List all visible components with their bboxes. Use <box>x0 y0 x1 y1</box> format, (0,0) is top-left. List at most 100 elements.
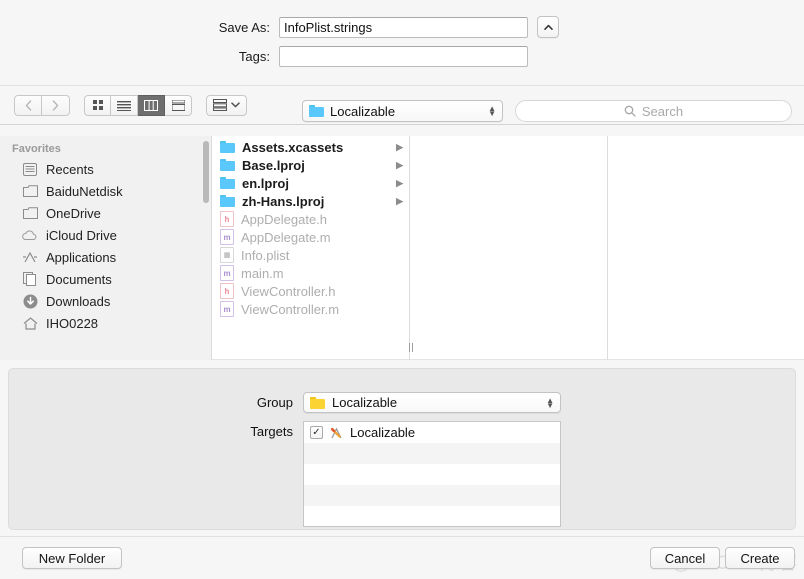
header-file-icon: h <box>220 283 234 299</box>
group-value: Localizable <box>332 395 397 410</box>
file-row: h ViewController.h <box>212 282 409 300</box>
xcode-icon <box>329 426 344 440</box>
cancel-button[interactable]: Cancel <box>650 547 720 569</box>
file-row-folder[interactable]: zh-Hans.lproj ▶ <box>212 192 409 210</box>
plist-file-icon: ▦ <box>220 247 234 263</box>
tags-row: Tags: <box>0 46 804 67</box>
file-row: m ViewController.m <box>212 300 409 318</box>
file-row-folder[interactable]: Base.lproj ▶ <box>212 156 409 174</box>
file-name: en.lproj <box>242 176 289 191</box>
sidebar-item-label: Recents <box>46 162 94 177</box>
target-list-item-empty <box>304 485 560 506</box>
cloud-icon <box>22 227 38 243</box>
forward-button[interactable] <box>42 95 70 116</box>
browser-column-3 <box>608 136 804 360</box>
list-view-button[interactable] <box>111 95 138 116</box>
save-dialog: Save As: Tags: <box>0 0 804 578</box>
disclosure-arrow-icon: ▶ <box>396 160 403 171</box>
arrange-grid-icon <box>213 99 227 111</box>
path-popup-button[interactable]: Localizable ▲▼ <box>302 100 503 122</box>
file-row: m AppDelegate.m <box>212 228 409 246</box>
target-checkbox[interactable]: ✓ <box>310 426 323 439</box>
back-button[interactable] <box>14 95 42 116</box>
gallery-view-button[interactable] <box>165 95 192 116</box>
view-mode-segment <box>84 95 192 116</box>
popup-arrows-icon: ▲▼ <box>488 106 496 116</box>
documents-icon <box>22 271 38 287</box>
implementation-file-icon: m <box>220 229 234 245</box>
file-name: AppDelegate.m <box>241 230 331 245</box>
browser-column-2 <box>410 136 608 360</box>
chevron-down-icon <box>231 102 240 108</box>
target-name: Localizable <box>350 425 415 440</box>
sidebar-item-label: BaiduNetdisk <box>46 184 123 199</box>
sidebar-item-home[interactable]: IHO0228 <box>0 312 211 334</box>
file-row: h AppDelegate.h <box>212 210 409 228</box>
folder-icon <box>310 397 325 409</box>
folder-icon <box>220 159 235 171</box>
folder-icon <box>220 141 235 153</box>
new-folder-button[interactable]: New Folder <box>22 547 122 569</box>
column-bottom-divider <box>608 359 804 360</box>
sidebar-item-downloads[interactable]: Downloads <box>0 290 211 312</box>
group-label: Group <box>9 392 303 410</box>
disclosure-arrow-icon: ▶ <box>396 196 403 207</box>
recents-icon <box>22 161 38 177</box>
list-icon <box>117 100 131 111</box>
home-icon <box>22 315 38 331</box>
chevron-left-icon <box>25 100 32 111</box>
sidebar-item-applications[interactable]: Applications <box>0 246 211 268</box>
sidebar-item-label: iCloud Drive <box>46 228 117 243</box>
folder-icon <box>22 205 38 221</box>
sidebar-item-label: OneDrive <box>46 206 101 221</box>
implementation-file-icon: m <box>220 301 234 317</box>
targets-list[interactable]: ✓ Localizable <box>303 421 561 527</box>
save-as-input[interactable] <box>279 17 528 38</box>
sidebar-item-label: Documents <box>46 272 112 287</box>
target-list-item-empty <box>304 443 560 464</box>
folder-icon <box>220 177 235 189</box>
column-resize-grip[interactable] <box>406 340 415 354</box>
arrange-button[interactable] <box>206 95 247 116</box>
column-bottom-divider <box>410 359 607 360</box>
file-row-folder[interactable]: en.lproj ▶ <box>212 174 409 192</box>
sidebar-item-recents[interactable]: Recents <box>0 158 211 180</box>
file-name: ViewController.h <box>241 284 335 299</box>
target-list-item-empty <box>304 506 560 527</box>
group-popup-button[interactable]: Localizable ▲▼ <box>303 392 561 413</box>
file-row-folder[interactable]: Assets.xcassets ▶ <box>212 138 409 156</box>
header-file-icon: h <box>220 211 234 227</box>
columns-icon <box>144 100 158 111</box>
create-button[interactable]: Create <box>725 547 795 569</box>
collapse-panel-button[interactable] <box>537 16 559 38</box>
search-icon <box>624 105 636 117</box>
file-row: ▦ Info.plist <box>212 246 409 264</box>
folder-icon <box>309 105 324 117</box>
save-as-row: Save As: <box>0 16 804 38</box>
path-popup-label: Localizable <box>330 104 395 119</box>
grid-icon <box>92 99 104 111</box>
sidebar-scrollbar[interactable] <box>203 141 209 203</box>
implementation-file-icon: m <box>220 265 234 281</box>
chevron-right-icon <box>52 100 59 111</box>
sidebar-item-baidunetdisk[interactable]: BaiduNetdisk <box>0 180 211 202</box>
search-field[interactable]: Search <box>515 100 792 122</box>
column-view-button[interactable] <box>138 95 165 116</box>
sidebar-item-icloud-drive[interactable]: iCloud Drive <box>0 224 211 246</box>
sidebar-item-onedrive[interactable]: OneDrive <box>0 202 211 224</box>
target-list-item[interactable]: ✓ Localizable <box>304 422 560 443</box>
icon-view-button[interactable] <box>84 95 111 116</box>
accessory-panel: Group Localizable ▲▼ Targets ✓ <box>8 368 796 530</box>
group-row: Group Localizable ▲▼ <box>9 392 795 413</box>
file-name: zh-Hans.lproj <box>242 194 324 209</box>
sidebar-item-label: Applications <box>46 250 116 265</box>
file-browser: Favorites Recents BaiduNetdisk OneDrive <box>0 136 804 360</box>
sidebar: Favorites Recents BaiduNetdisk OneDrive <box>0 136 212 360</box>
folder-icon <box>22 183 38 199</box>
sidebar-item-documents[interactable]: Documents <box>0 268 211 290</box>
target-list-item-empty <box>304 464 560 485</box>
tags-input[interactable] <box>279 46 528 67</box>
tags-label: Tags: <box>0 49 279 64</box>
file-name: main.m <box>241 266 284 281</box>
sidebar-section-favorites: Favorites <box>0 136 211 158</box>
